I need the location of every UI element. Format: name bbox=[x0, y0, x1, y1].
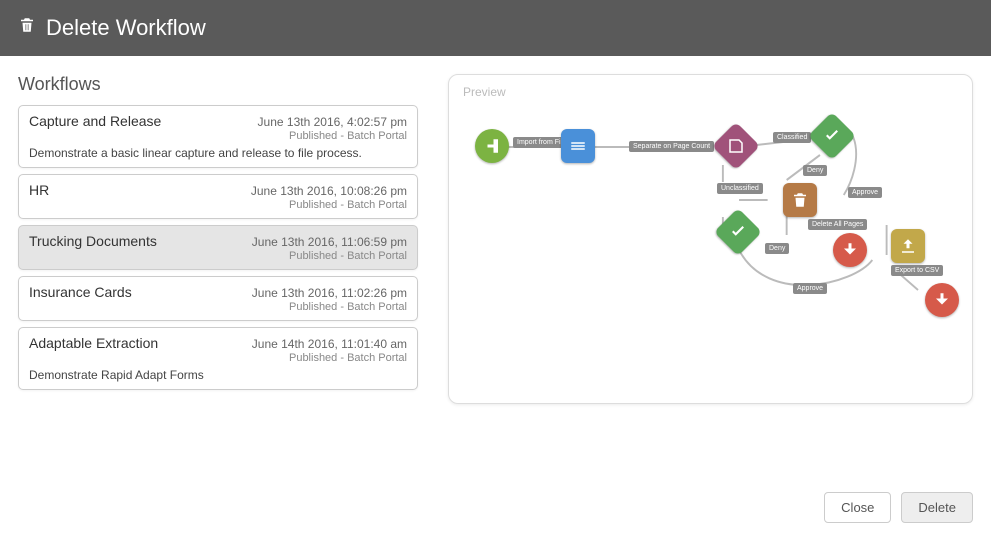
delete-button[interactable]: Delete bbox=[901, 492, 973, 523]
workflow-name: HR bbox=[29, 182, 49, 198]
workflow-item[interactable]: Trucking Documents June 13th 2016, 11:06:… bbox=[18, 225, 418, 270]
workflow-description: Demonstrate a basic linear capture and r… bbox=[29, 146, 407, 160]
decision-node-1[interactable] bbox=[712, 122, 760, 170]
classified-label: Classified bbox=[773, 132, 811, 143]
workflow-item[interactable]: Adaptable Extraction June 14th 2016, 11:0… bbox=[18, 327, 418, 390]
workflow-list-panel: Workflows Capture and Release June 13th 2… bbox=[18, 74, 418, 438]
workflow-date: June 13th 2016, 11:02:26 pm bbox=[252, 286, 407, 300]
workflow-status: Published - Batch Portal bbox=[252, 352, 407, 364]
workflow-date: June 13th 2016, 4:02:57 pm bbox=[258, 115, 407, 129]
workflow-status: Published - Batch Portal bbox=[251, 199, 407, 211]
deny1-label: Deny bbox=[803, 165, 827, 176]
workflow-item[interactable]: HR June 13th 2016, 10:08:26 pmPublished -… bbox=[18, 174, 418, 219]
workflow-date: June 13th 2016, 11:06:59 pm bbox=[252, 235, 407, 249]
workflow-item[interactable]: Insurance Cards June 13th 2016, 11:02:26 … bbox=[18, 276, 418, 321]
dialog-footer: Close Delete bbox=[824, 492, 973, 523]
exit-node-2[interactable] bbox=[925, 283, 959, 317]
close-button[interactable]: Close bbox=[824, 492, 891, 523]
workflow-name: Trucking Documents bbox=[29, 233, 157, 249]
approve2-label: Approve bbox=[793, 283, 827, 294]
export-label: Export to CSV bbox=[891, 265, 943, 276]
workflow-description: Demonstrate Rapid Adapt Forms bbox=[29, 368, 407, 382]
exit-node-1[interactable] bbox=[833, 233, 867, 267]
workflow-status: Published - Batch Portal bbox=[252, 301, 407, 313]
dialog-title: Delete Workflow bbox=[46, 15, 206, 41]
workflow-name: Adaptable Extraction bbox=[29, 335, 158, 351]
workflow-name: Capture and Release bbox=[29, 113, 161, 129]
export-node[interactable] bbox=[891, 229, 925, 263]
preview-label: Preview bbox=[463, 85, 958, 99]
dialog-header: Delete Workflow bbox=[0, 0, 991, 56]
workflows-section-label: Workflows bbox=[18, 74, 418, 95]
preview-panel: Preview bbox=[448, 74, 973, 404]
workflow-date: June 13th 2016, 10:08:26 pm bbox=[251, 184, 407, 198]
trash-icon bbox=[18, 14, 36, 42]
workflow-status: Published - Batch Portal bbox=[252, 250, 407, 262]
check-node-2[interactable] bbox=[714, 208, 762, 256]
check-node-1[interactable] bbox=[808, 112, 856, 160]
delete-pages-node[interactable] bbox=[783, 183, 817, 217]
workflow-status: Published - Batch Portal bbox=[258, 130, 407, 142]
start-node[interactable] bbox=[475, 129, 509, 163]
separate-label: Separate on Page Count bbox=[629, 141, 714, 152]
workflow-date: June 14th 2016, 11:01:40 am bbox=[252, 337, 407, 351]
deny2-label: Deny bbox=[765, 243, 789, 254]
workflow-name: Insurance Cards bbox=[29, 284, 132, 300]
workflow-item[interactable]: Capture and Release June 13th 2016, 4:02:… bbox=[18, 105, 418, 168]
delete-pages-label: Delete All Pages bbox=[808, 219, 867, 230]
scan-node[interactable] bbox=[561, 129, 595, 163]
approve1-label: Approve bbox=[848, 187, 882, 198]
unclassified-label: Unclassified bbox=[717, 183, 763, 194]
workflow-diagram: Import from File Separate on Page Count … bbox=[463, 105, 958, 385]
